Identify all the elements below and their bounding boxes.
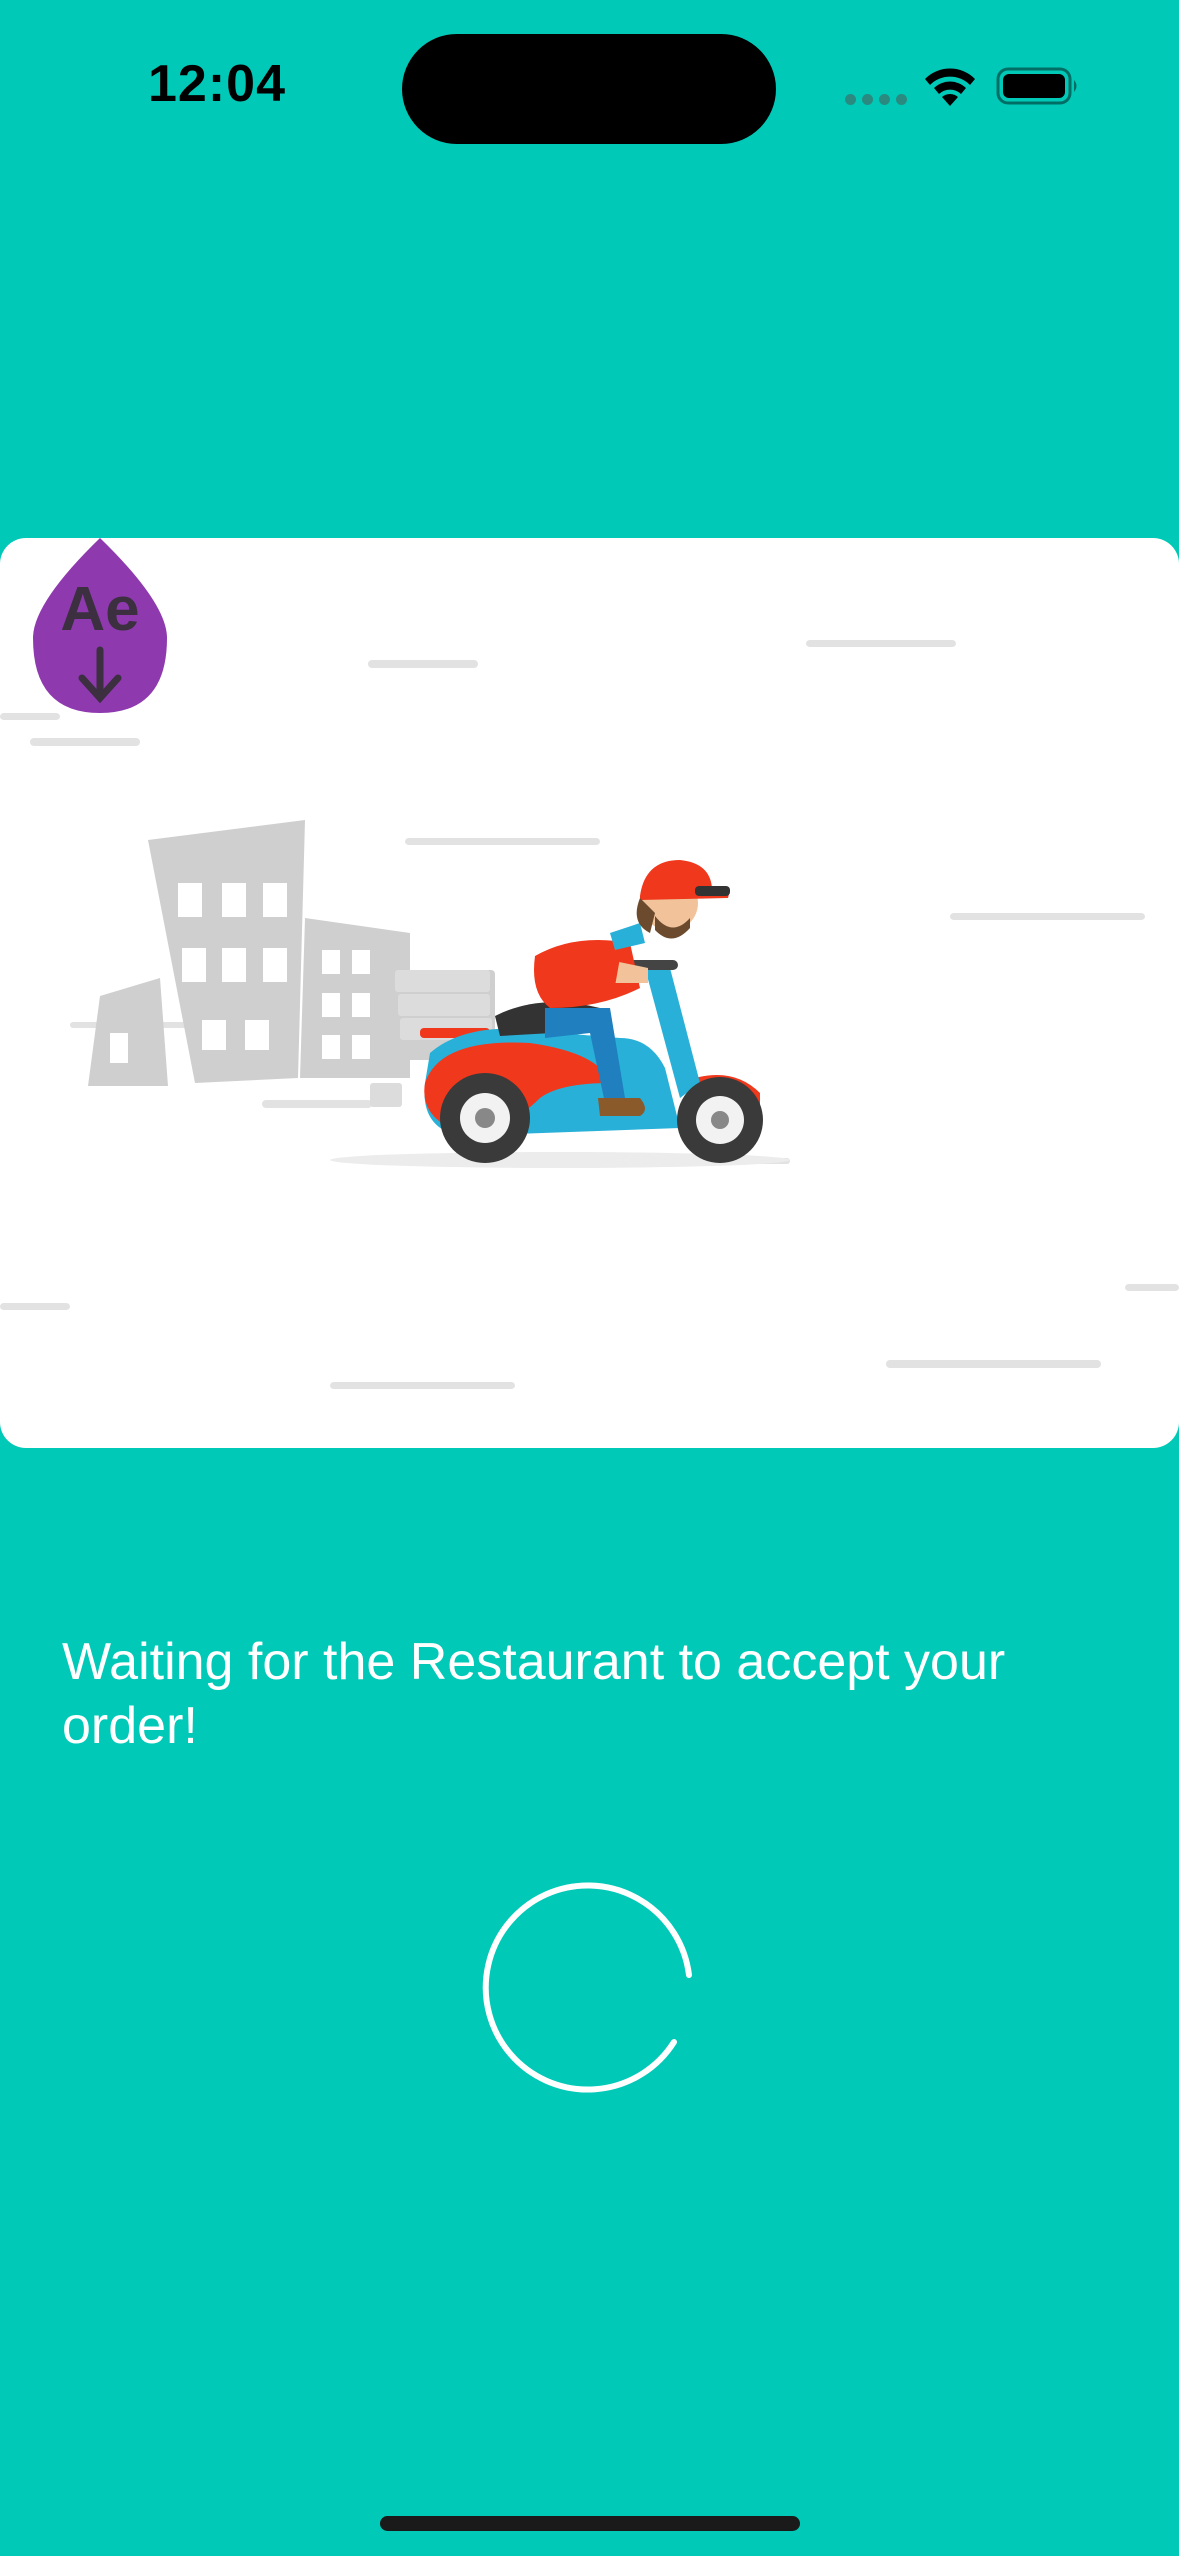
battery-icon xyxy=(996,67,1077,105)
status-time: 12:04 xyxy=(148,55,286,113)
wifi-icon xyxy=(925,68,975,106)
home-indicator[interactable] xyxy=(380,2516,800,2531)
cellular-dots-icon xyxy=(845,94,907,106)
buildings-silhouette xyxy=(88,820,495,1086)
status-bar: 12:04 xyxy=(0,0,1179,170)
waiting-message: Waiting for the Restaurant to accept you… xyxy=(62,1633,1006,1755)
loading-spinner xyxy=(482,1882,692,2093)
delivery-scooter-illustration: Ae xyxy=(0,538,1179,1389)
dynamic-island xyxy=(402,34,776,144)
delivery-animation-card: Ae xyxy=(0,538,1179,1448)
ae-badge-text: Ae xyxy=(60,575,139,644)
ae-badge: Ae xyxy=(33,538,167,713)
